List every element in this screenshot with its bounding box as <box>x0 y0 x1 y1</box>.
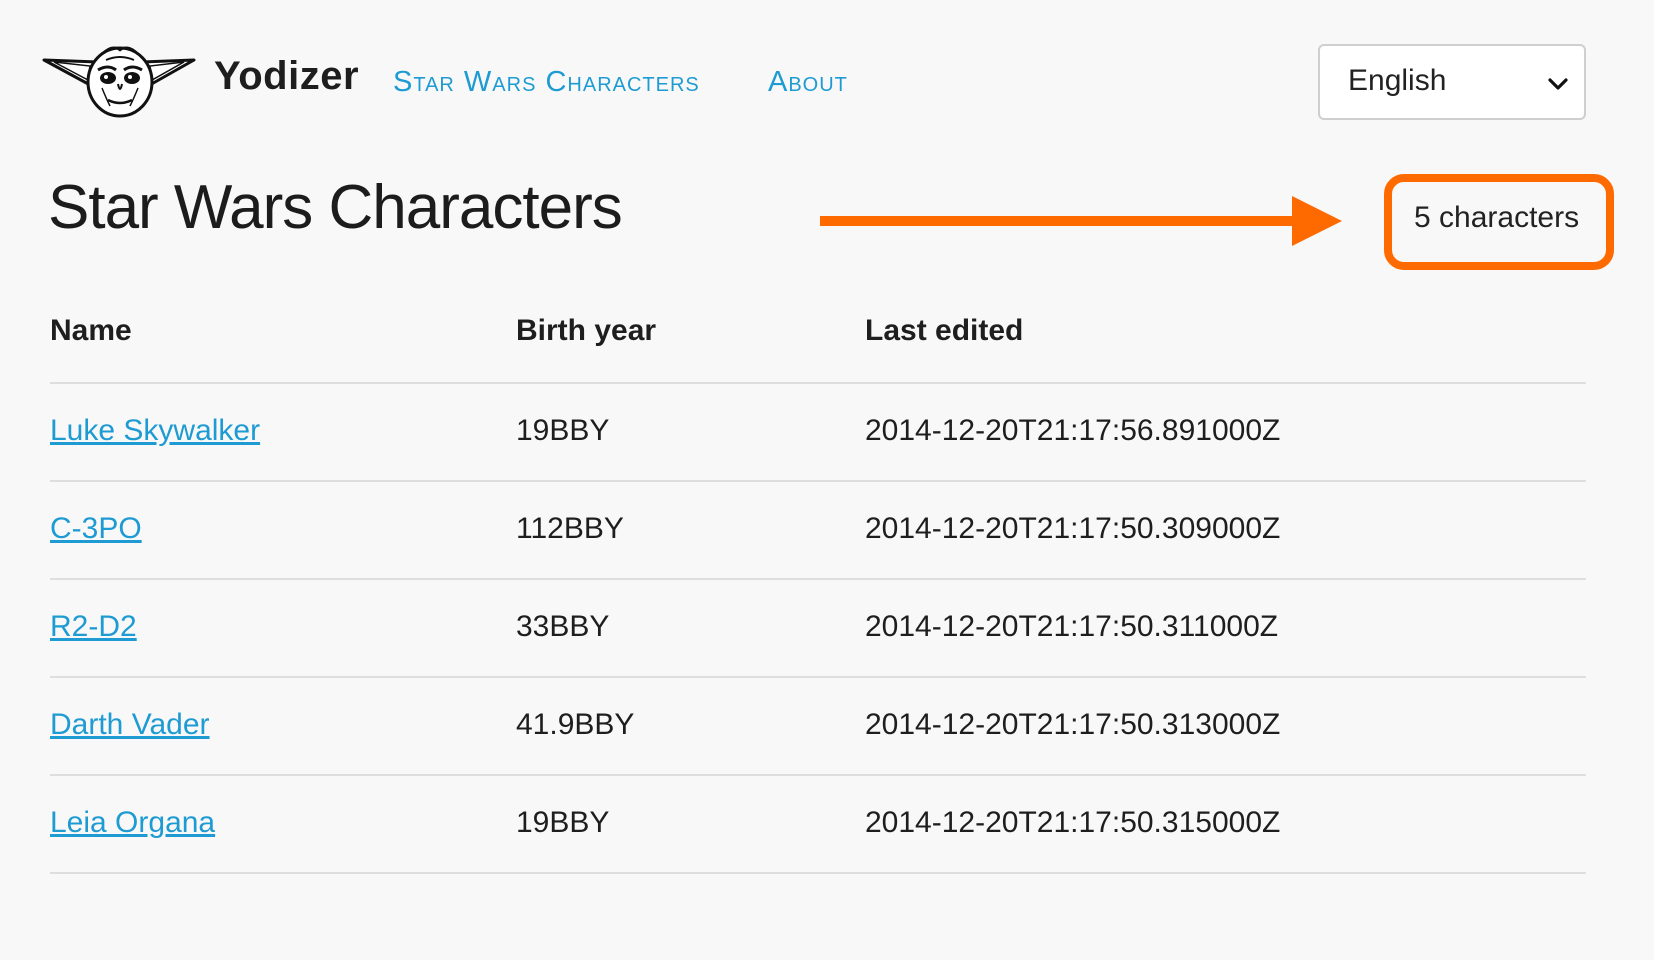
table-row: Luke Skywalker 19BBY 2014-12-20T21:17:56… <box>50 384 1586 482</box>
language-select[interactable]: English <box>1318 44 1586 120</box>
page-title: Star Wars Characters <box>48 173 623 242</box>
nav-star-wars-characters[interactable]: Star Wars Characters <box>393 66 700 99</box>
column-header-birth-year[interactable]: Birth year <box>516 314 656 348</box>
character-link[interactable]: Leia Organa <box>50 806 215 840</box>
character-count: 5 characters <box>1414 201 1580 234</box>
table-row: C-3PO 112BBY 2014-12-20T21:17:50.309000Z <box>50 482 1586 580</box>
table-row: Darth Vader 41.9BBY 2014-12-20T21:17:50.… <box>50 678 1586 776</box>
nav-about[interactable]: About <box>768 66 848 99</box>
character-link[interactable]: Darth Vader <box>50 708 210 742</box>
birth-year-cell: 19BBY <box>516 414 610 447</box>
table-row: Leia Organa 19BBY 2014-12-20T21:17:50.31… <box>50 776 1586 874</box>
last-edited-cell: 2014-12-20T21:17:50.315000Z <box>865 806 1281 839</box>
yoda-logo-icon[interactable] <box>40 40 200 120</box>
table-divider <box>50 872 1586 874</box>
birth-year-cell: 19BBY <box>516 806 610 839</box>
chevron-down-icon <box>1548 78 1568 90</box>
page: Yodizer Star Wars Characters About Engli… <box>0 0 1654 960</box>
birth-year-cell: 33BBY <box>516 610 610 643</box>
column-header-last-edited[interactable]: Last edited <box>865 314 1023 348</box>
birth-year-cell: 41.9BBY <box>516 708 635 741</box>
character-link[interactable]: Luke Skywalker <box>50 414 260 448</box>
character-link[interactable]: C-3PO <box>50 512 142 546</box>
arrow-right-icon <box>820 196 1342 246</box>
last-edited-cell: 2014-12-20T21:17:56.891000Z <box>865 414 1281 447</box>
top-header: Yodizer Star Wars Characters About Engli… <box>0 0 1654 150</box>
last-edited-cell: 2014-12-20T21:17:50.311000Z <box>865 610 1279 643</box>
birth-year-cell: 112BBY <box>516 512 624 545</box>
table-row: R2-D2 33BBY 2014-12-20T21:17:50.311000Z <box>50 580 1586 678</box>
column-header-name[interactable]: Name <box>50 314 132 348</box>
character-link[interactable]: R2-D2 <box>50 610 137 644</box>
last-edited-cell: 2014-12-20T21:17:50.313000Z <box>865 708 1281 741</box>
language-select-value: English <box>1348 64 1447 97</box>
last-edited-cell: 2014-12-20T21:17:50.309000Z <box>865 512 1281 545</box>
brand-name[interactable]: Yodizer <box>214 54 359 99</box>
